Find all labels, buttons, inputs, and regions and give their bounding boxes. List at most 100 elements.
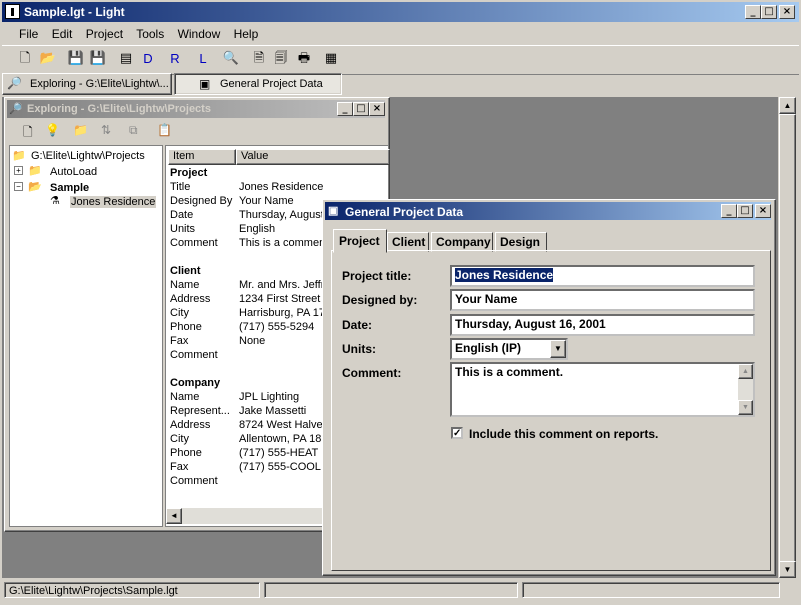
list-item[interactable]: Units English: [170, 223, 275, 235]
list-item[interactable]: Address 1234 First Street N: [170, 293, 331, 305]
open-folder-icon[interactable]: 📂: [37, 48, 59, 70]
app-icon[interactable]: [5, 4, 20, 19]
menu-file[interactable]: File: [19, 27, 38, 41]
calculator-icon[interactable]: ▤: [115, 48, 137, 70]
zoom-icon[interactable]: 🔍: [220, 48, 242, 70]
tree-pane[interactable]: 📁 G:\Elite\Lightw\Projects + 📁 AutoLoad …: [9, 145, 163, 527]
date-label: Date:: [342, 318, 373, 332]
mdi-vertical-scrollbar[interactable]: ▲ ▼: [779, 97, 796, 578]
collapse-icon[interactable]: −: [14, 182, 23, 191]
close-button[interactable]: ×: [779, 5, 795, 19]
scroll-up-arrow[interactable]: ▲: [779, 97, 796, 114]
list-item[interactable]: Fax (717) 555-COOL: [170, 461, 321, 473]
tree-item-autoload[interactable]: AutoLoad: [50, 166, 97, 178]
explorer-title-bar[interactable]: 🔎 Exploring - G:\Elite\Lightw\Projects _…: [7, 100, 385, 118]
menu-tools[interactable]: Tools: [136, 27, 164, 41]
tab-design[interactable]: Design: [495, 232, 547, 252]
expand-icon[interactable]: +: [14, 166, 23, 175]
list-item[interactable]: City Harrisburg, PA 17: [170, 307, 325, 319]
d-button[interactable]: D: [137, 48, 159, 70]
maximize-button[interactable]: □: [761, 5, 777, 19]
project-data-icon: ▣: [328, 205, 339, 217]
list-item[interactable]: Fax None: [170, 335, 265, 347]
column-header-value[interactable]: Value: [236, 149, 390, 165]
copy-icon[interactable]: ⧉: [129, 123, 138, 138]
list-item[interactable]: Designed By Your Name: [170, 195, 294, 207]
status-path: G:\Elite\Lightw\Projects\Sample.lgt: [4, 582, 260, 598]
save-all-icon[interactable]: 💾: [87, 48, 109, 70]
explorer-minimize-button[interactable]: _: [337, 102, 353, 116]
minimize-button[interactable]: _: [745, 5, 761, 19]
list-item[interactable]: Address 8724 West Halve: [170, 419, 323, 431]
list-item[interactable]: Phone (717) 555-5294: [170, 321, 314, 333]
list-item[interactable]: Name Mr. and Mrs. Jeffr: [170, 279, 324, 291]
scroll-up-arrow[interactable]: ▲: [738, 364, 753, 379]
print-icon[interactable]: 🖶: [293, 48, 315, 70]
list-item[interactable]: Name JPL Lighting: [170, 391, 299, 403]
list-item[interactable]: City Allentown, PA 18: [170, 433, 321, 445]
tree-root[interactable]: G:\Elite\Lightw\Projects: [31, 150, 145, 162]
report-icon[interactable]: 🗎: [248, 48, 270, 70]
print-preview-icon[interactable]: 🗐: [270, 48, 292, 70]
folder-open-icon: 📂: [28, 181, 42, 193]
list-item[interactable]: Comment: [170, 475, 218, 487]
general-project-data-dialog: ▣ General Project Data _ □ × Project Cli…: [322, 199, 776, 576]
tree-item-residence[interactable]: Jones Residence: [70, 196, 157, 208]
tab-company[interactable]: Company: [431, 232, 493, 252]
light-icon[interactable]: 💡: [45, 123, 60, 137]
column-header-item[interactable]: Item: [168, 149, 236, 165]
designed-by-field[interactable]: Your Name: [450, 289, 755, 311]
scroll-thumb[interactable]: [779, 114, 796, 563]
scroll-down-arrow[interactable]: ▼: [738, 400, 753, 415]
include-comment-label[interactable]: Include this comment on reports.: [469, 427, 658, 441]
new-file-icon[interactable]: 🗋: [14, 48, 36, 70]
paste-icon[interactable]: 📋: [157, 123, 172, 137]
tab-exploring[interactable]: 🔎 Exploring - G:\Elite\Lightw\...: [2, 73, 172, 95]
chevron-down-icon[interactable]: ▼: [550, 340, 566, 358]
list-item[interactable]: Date Thursday, August: [170, 209, 324, 221]
scroll-down-arrow[interactable]: ▼: [779, 561, 796, 578]
item-value: English: [239, 223, 276, 235]
folder-icon[interactable]: 📁: [73, 123, 88, 137]
list-item[interactable]: Phone (717) 555-HEAT: [170, 447, 318, 459]
r-button[interactable]: R: [164, 48, 186, 70]
new-project-icon[interactable]: 🗋: [23, 123, 33, 144]
main-title-bar[interactable]: Sample.lgt - Light _ □ ×: [2, 2, 799, 22]
dialog-close-button[interactable]: ×: [755, 204, 771, 218]
tab-general-project-data[interactable]: ▣ General Project Data: [174, 73, 342, 95]
list-item[interactable]: Comment: [170, 349, 218, 361]
explorer-toolbar: 🗋 💡 📁 ⇅ ⧉ 📋: [9, 120, 385, 142]
menu-window[interactable]: Window: [178, 27, 221, 41]
project-title-field[interactable]: Jones Residence: [450, 265, 755, 287]
dialog-minimize-button[interactable]: _: [721, 204, 737, 218]
date-field[interactable]: Thursday, August 16, 2001: [450, 314, 755, 336]
tree-item-sample[interactable]: Sample: [50, 182, 89, 194]
tab-design-label: Design: [500, 235, 541, 249]
include-comment-checkbox[interactable]: ✓: [451, 427, 463, 439]
tab-project[interactable]: Project: [333, 229, 387, 253]
item-name: Fax: [170, 461, 189, 473]
save-icon[interactable]: 💾: [65, 48, 87, 70]
menu-help[interactable]: Help: [234, 27, 259, 41]
units-value: English (IP): [455, 341, 521, 355]
dialog-title-bar[interactable]: ▣ General Project Data _ □ ×: [325, 202, 771, 220]
move-icon[interactable]: ⇅: [101, 123, 111, 137]
item-name: City: [170, 307, 189, 319]
explorer-maximize-button[interactable]: □: [353, 102, 369, 116]
explorer-close-button[interactable]: ×: [369, 102, 385, 116]
list-item[interactable]: Title Jones Residence: [170, 181, 323, 193]
list-item[interactable]: Represent... Jake Massetti: [170, 405, 306, 417]
comment-textarea[interactable]: This is a comment. ▲ ▼: [450, 362, 755, 417]
tab-exploring-label: Exploring - G:\Elite\Lightw\...: [30, 78, 169, 90]
menu-project[interactable]: Project: [86, 27, 123, 41]
tree-icon[interactable]: ▦: [320, 48, 342, 70]
l-button[interactable]: L: [192, 48, 214, 70]
scroll-left-arrow[interactable]: ◄: [166, 508, 182, 524]
list-item[interactable]: Comment This is a commen: [170, 237, 325, 249]
tab-client[interactable]: Client: [387, 232, 429, 252]
units-select[interactable]: English (IP) ▼: [450, 338, 568, 360]
menu-edit[interactable]: Edit: [52, 27, 73, 41]
dialog-maximize-button[interactable]: □: [737, 204, 753, 218]
item-value: None: [239, 335, 266, 347]
comment-scrollbar[interactable]: ▲ ▼: [738, 364, 753, 415]
